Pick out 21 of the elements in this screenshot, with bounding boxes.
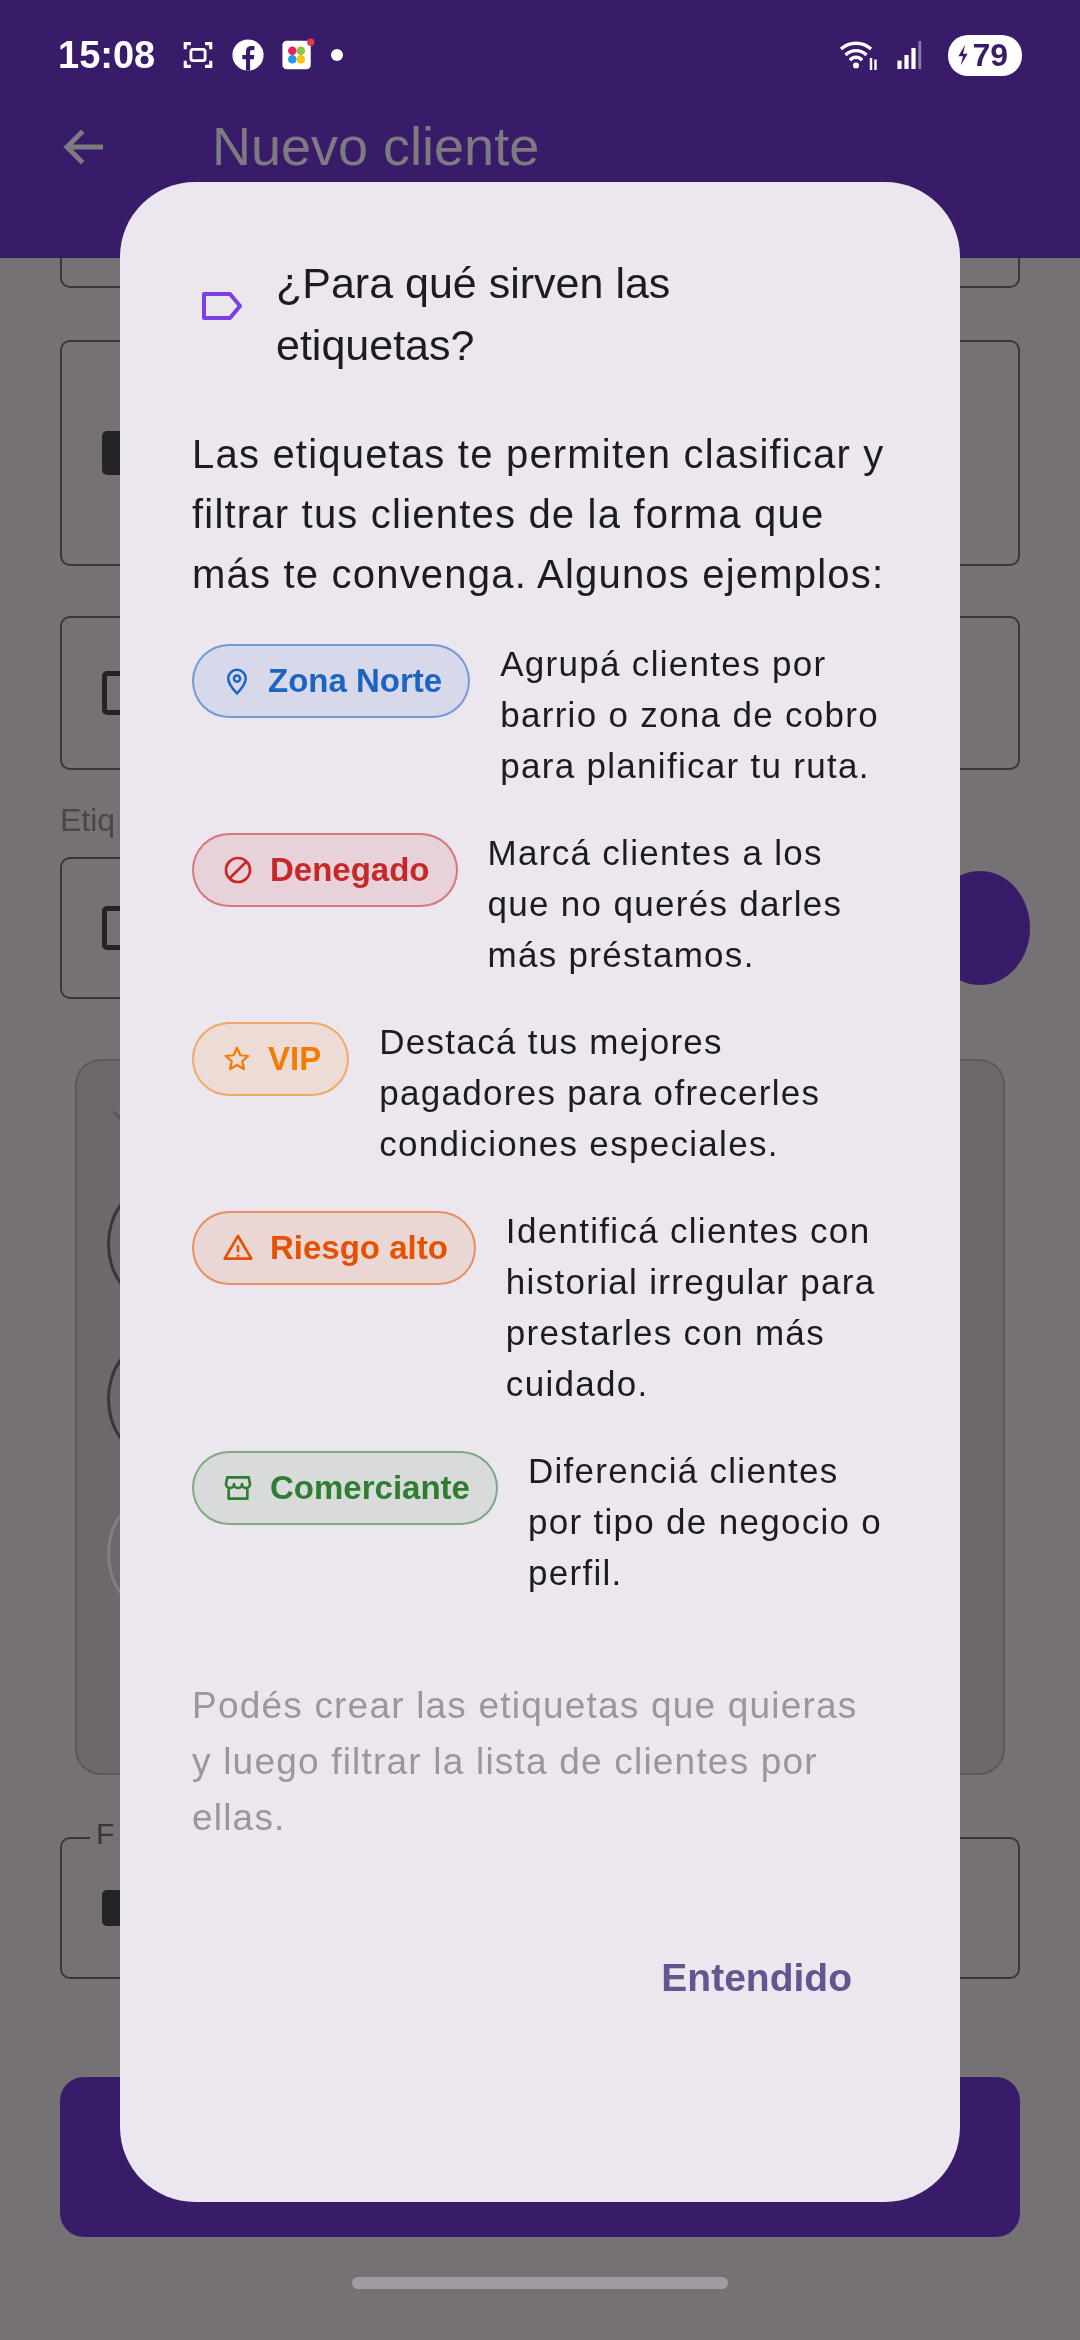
screen-title: Nuevo cliente xyxy=(212,116,540,176)
dialog-title: ¿Para qué sirven las etiquetas? xyxy=(276,258,672,371)
tag-description: Diferenciá clientes por tipo de negocio o perfil. xyxy=(527,1450,884,1594)
tag-description: Marcá clientes a los que no querés darles más préstamos. xyxy=(487,832,844,976)
tag-chip: Riesgo alto xyxy=(192,1211,476,1285)
notification-dot-icon xyxy=(331,49,344,61)
tag-description: Agrupá clientes por barrio o zona de cobro para planificar tu ruta. xyxy=(500,643,880,787)
dialog-intro: Las etiquetas te permiten clasificar y filtrar tus clientes de la forma que más te convenga. Algunos ejemplos: xyxy=(192,431,886,598)
block-icon xyxy=(222,854,254,886)
tag-description: Destacá tus mejores pagadores para ofrecerles condiciones especiales. xyxy=(379,1021,822,1165)
dialog-footnote: Podés crear las etiquetas que quieras y luego filtrar la lista de clientes por ellas. xyxy=(192,1684,859,1840)
battery-indicator: 79 xyxy=(948,34,1022,76)
status-time: 15:08 xyxy=(58,33,156,77)
facebook-icon xyxy=(231,38,266,72)
tag-chip: Comerciante xyxy=(192,1451,498,1525)
tag-chip: VIP xyxy=(192,1022,350,1096)
understood-button[interactable]: Entendido xyxy=(625,1946,888,2010)
app-icon xyxy=(281,38,316,72)
tag-description: Identificá clientes con historial irregular para prestarles con más cuidado. xyxy=(505,1210,877,1405)
tag-chip: Denegado xyxy=(192,833,458,907)
tag-chip: Zona Norte xyxy=(192,644,471,718)
